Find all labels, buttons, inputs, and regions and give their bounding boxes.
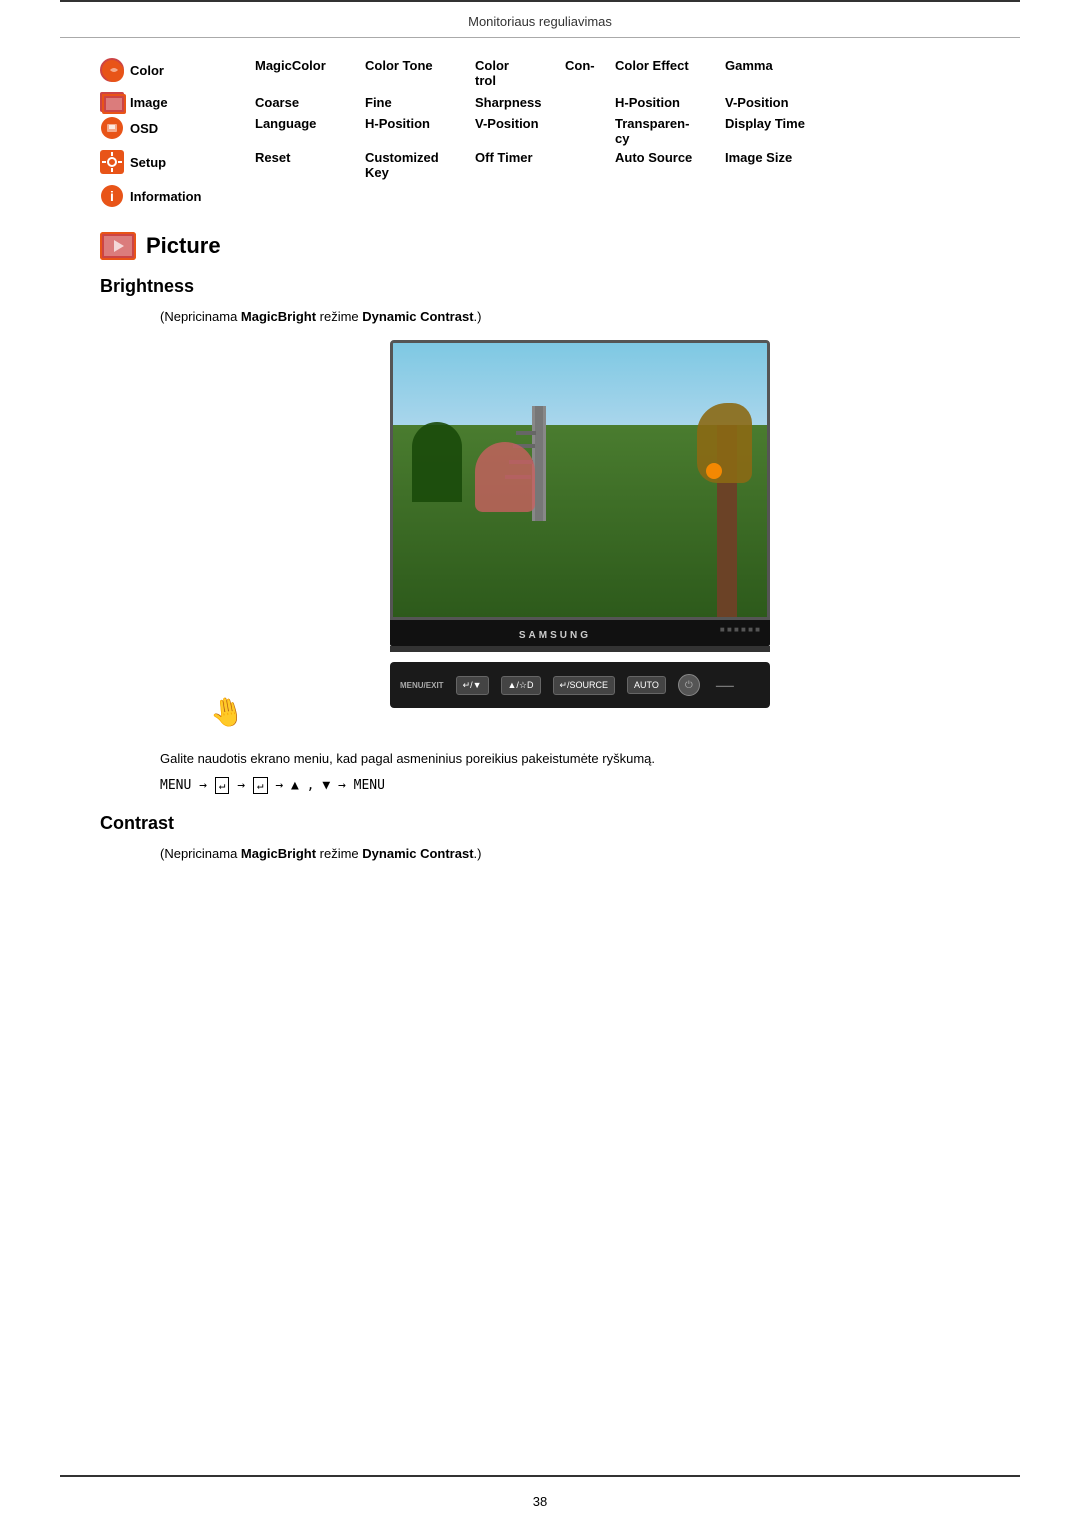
menu-opt-coloreffect: Color Effect (615, 58, 725, 73)
menu-opt-hposition1: H-Position (615, 95, 725, 110)
image-icon (100, 92, 124, 112)
menu-opt-imagesize: Image Size (725, 150, 815, 165)
menu-opt-language: Language (255, 116, 365, 131)
menu-opt-vposition1: V-Position (725, 95, 815, 110)
ctrl-btn3: ↵/SOURCE (553, 676, 616, 695)
ctrl-btn1: ↵/▼ (456, 676, 489, 695)
page-header: Monitoriaus reguliavimas (0, 2, 1080, 37)
contrast-section: Contrast (Nepricinama MagicBright režime… (100, 813, 980, 861)
bottom-border (60, 1475, 1020, 1477)
hand-cursor-area: 🤚 (210, 696, 245, 729)
menu-opt-fine: Fine (365, 95, 475, 110)
menu-opt-color-trol: Colortrol (475, 58, 565, 88)
contrast-subtitle: (Nepricinama MagicBright režime Dynamic … (160, 846, 980, 861)
brightness-body-text: Galite naudotis ekrano meniu, kad pagal … (160, 749, 980, 770)
picture-icon (100, 232, 136, 260)
menu-opt-displaytime: Display Time (725, 116, 815, 131)
menu-opt-sharpness: Sharpness (475, 95, 565, 110)
monitor-indicators: ■ ■ ■ ■ ■ ■ (720, 625, 760, 634)
menu-opt-reset: Reset (255, 150, 365, 165)
magicbright-label: MagicBright (241, 309, 316, 324)
dynamic-contrast-label: Dynamic Contrast (362, 309, 473, 324)
contrast-magicbright-label: MagicBright (241, 846, 316, 861)
power-button[interactable]: ⏻ (678, 674, 700, 696)
header-title: Monitoriaus reguliavimas (468, 14, 612, 29)
info-icon: i (100, 184, 124, 208)
brightness-section: Brightness (Nepricinama MagicBright reži… (100, 276, 980, 793)
setup-icon (100, 150, 124, 174)
ctrl-btn4: AUTO (627, 676, 666, 694)
menu-opt-magiccolor: MagicColor (255, 58, 365, 73)
contrast-dynamic-label: Dynamic Contrast (362, 846, 473, 861)
color-icon (100, 58, 124, 82)
menu-item-osd: OSD (100, 116, 255, 140)
cursor-hand: 🤚 (207, 693, 247, 732)
svg-text:i: i (110, 188, 114, 204)
menu-opt-transparency: Transparen-cy (615, 116, 725, 146)
osd-icon (100, 116, 124, 140)
menu-opt-coarse: Coarse (255, 95, 365, 110)
brightness-subtitle: (Nepricinama MagicBright režime Dynamic … (160, 309, 980, 324)
menu-opt-colortone: Color Tone (365, 58, 475, 73)
menu-path-brightness: MENU → ↵ → ↵ → ▲ , ▼ → MENU (160, 778, 980, 793)
page-number: 38 (533, 1494, 547, 1509)
menu-item-setup: Setup (100, 150, 255, 174)
contrast-title: Contrast (100, 813, 980, 834)
brightness-title: Brightness (100, 276, 980, 297)
menu-opt-gamma: Gamma (725, 58, 815, 73)
picture-title: Picture (146, 233, 221, 259)
monitor-base (390, 646, 770, 652)
monitor-screen (390, 340, 770, 620)
dash-control: — (716, 675, 734, 696)
menu-opt-autosource: Auto Source (615, 150, 725, 165)
controls-bar: MENU/EXIT ↵/▼ ▲/☆D ↵/SOURCE AUTO ⏻ — (390, 662, 770, 708)
menu-opt-offtimer: Off Timer (475, 150, 565, 165)
monitor-display: SAMSUNG ■ ■ ■ ■ ■ ■ MENU/EXIT ↵/▼ ▲/☆D ↵… (180, 340, 980, 729)
menu-item-color: Color (100, 58, 255, 82)
nav-menu: Color MagicColor Color Tone Colortrol Co… (100, 58, 980, 208)
menu-opt-hposition2: H-Position (365, 116, 475, 131)
menu-item-image: Image (100, 92, 255, 112)
brand-logo: SAMSUNG (519, 630, 591, 641)
menu-opt-customizedkey: CustomizedKey (365, 150, 475, 180)
menu-opt-con: Con- (565, 58, 615, 73)
menu-exit-label: MENU/EXIT (400, 681, 444, 690)
ctrl-btn2: ▲/☆D (501, 676, 541, 695)
monitor-bezel: SAMSUNG ■ ■ ■ ■ ■ ■ (390, 620, 770, 646)
menu-item-information: i Information (100, 184, 255, 208)
section-picture-header: Picture (100, 232, 980, 260)
menu-opt-vposition2: V-Position (475, 116, 565, 131)
